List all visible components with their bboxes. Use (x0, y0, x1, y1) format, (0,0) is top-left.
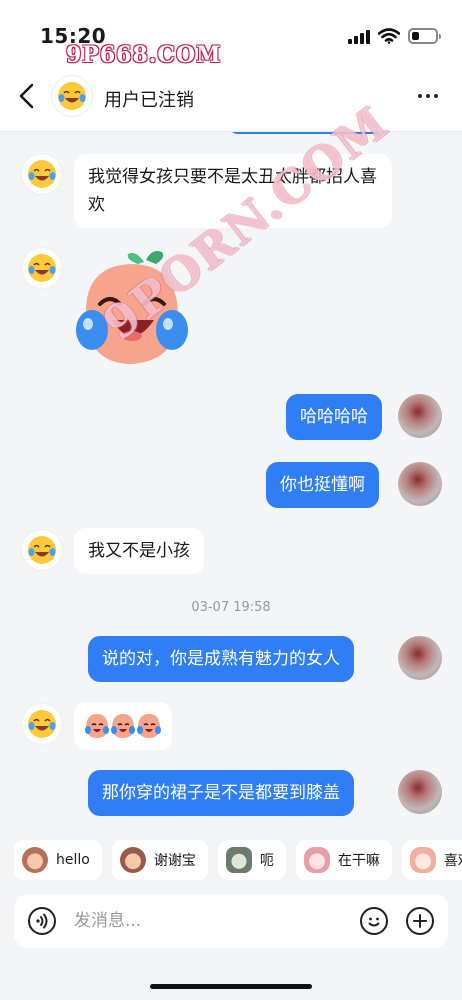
watermark-top: 9P668.COM (66, 42, 222, 68)
contact-avatar[interactable] (22, 704, 62, 744)
chat-header: 用户已注销 (0, 60, 462, 132)
quick-reply-hello[interactable]: hello (14, 840, 102, 880)
monkey-bow-icon (119, 847, 146, 873)
home-indicator[interactable] (150, 984, 312, 989)
emoji-icon[interactable] (360, 907, 388, 935)
monkey-icon (22, 847, 48, 873)
more-dots-icon[interactable] (418, 94, 438, 98)
message-bubble[interactable]: 你也挺懂啊 (266, 462, 379, 508)
message-left (22, 248, 62, 288)
message-input-bar (14, 894, 448, 948)
laughing-crying-face-icon (28, 710, 56, 738)
user-avatar[interactable] (398, 394, 442, 438)
message-bubble[interactable]: 我又不是小孩 (74, 528, 204, 574)
quick-reply-er[interactable]: 呃 (217, 840, 286, 880)
contact-avatar[interactable] (22, 154, 62, 194)
quick-reply-thanks[interactable]: 谢谢宝 (111, 840, 208, 880)
quick-reply-like[interactable]: 喜欢 (401, 840, 462, 880)
message-bubble[interactable]: 那你穿的裙子是不是都要到膝盖 (88, 770, 354, 816)
crying-laughing-peach-sticker[interactable] (66, 248, 192, 372)
user-avatar[interactable] (398, 636, 442, 680)
message-left (22, 530, 62, 570)
contact-avatar[interactable] (22, 530, 62, 570)
message-left (22, 704, 62, 744)
cat-icon (225, 847, 252, 873)
partial-message-bubble (228, 132, 384, 134)
message-input[interactable] (74, 908, 344, 934)
plus-icon[interactable] (406, 907, 434, 935)
wifi-icon (378, 28, 400, 44)
contact-avatar[interactable] (22, 248, 62, 288)
status-icons (348, 26, 441, 46)
laughing-crying-face-icon (28, 254, 56, 282)
message-list[interactable]: 我觉得女孩只要不是太丑太胖都招人喜欢 哈哈哈哈 你也挺懂啊 我又不是小孩 03-… (0, 132, 462, 832)
header-avatar[interactable] (52, 76, 92, 116)
crying-laughing-peach-emoji (85, 714, 161, 738)
laughing-crying-face-icon (58, 82, 86, 110)
chevron-left-icon[interactable] (16, 82, 40, 110)
laughing-crying-face-icon (28, 536, 56, 564)
timestamp: 03-07 19:58 (191, 600, 271, 615)
peach-heart-icon (409, 847, 436, 873)
laughing-crying-face-icon (28, 160, 56, 188)
battery-icon (408, 28, 441, 44)
user-avatar[interactable] (398, 770, 442, 814)
user-avatar[interactable] (398, 462, 442, 506)
quick-reply-what-doing[interactable]: 在干嘛 (295, 840, 392, 880)
message-left (22, 154, 62, 194)
voice-icon[interactable] (28, 907, 56, 935)
peach-face-icon (303, 847, 330, 873)
message-bubble-emoji[interactable] (74, 702, 172, 750)
signal-icon (348, 28, 370, 44)
message-bubble[interactable]: 我觉得女孩只要不是太丑太胖都招人喜欢 (74, 154, 392, 228)
message-bubble[interactable]: 哈哈哈哈 (286, 394, 382, 440)
quick-reply-strip: hello 谢谢宝 呃 在干嘛 喜欢 (14, 840, 462, 884)
battery-level (412, 32, 419, 40)
message-bubble[interactable]: 说的对，你是成熟有魅力的女人 (88, 636, 354, 682)
chat-title: 用户已注销 (104, 90, 194, 111)
